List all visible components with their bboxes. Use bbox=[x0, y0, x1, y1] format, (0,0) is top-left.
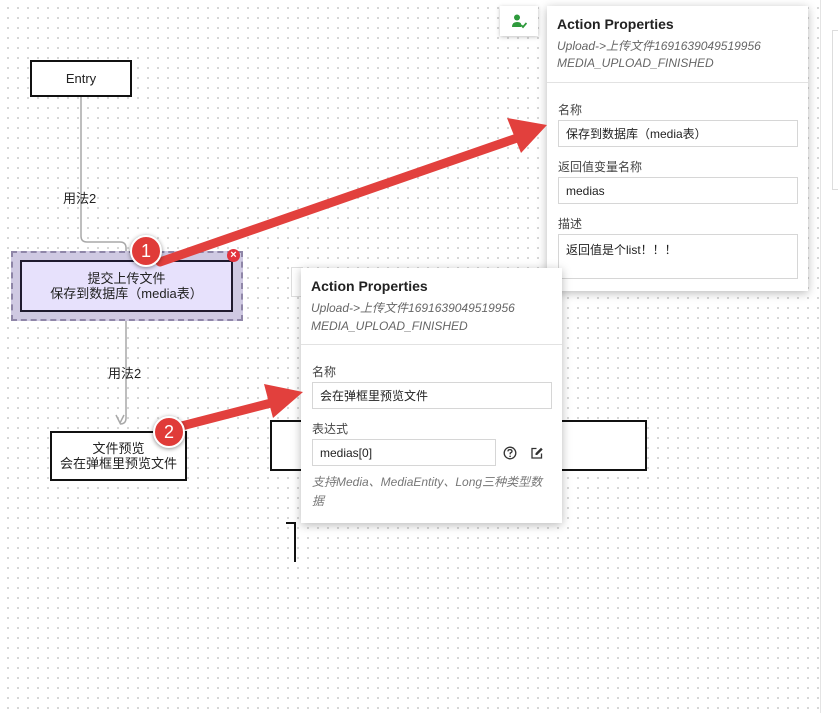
annotation-arrows bbox=[155, 118, 547, 434]
annotation-arrow-2-shaft bbox=[165, 397, 280, 434]
annotation-badge-2: 2 bbox=[153, 416, 185, 448]
annotation-arrow-1-shaft bbox=[155, 132, 525, 267]
annotation-arrow-2-head bbox=[264, 384, 303, 418]
annotation-badge-1: 1 bbox=[130, 235, 162, 267]
